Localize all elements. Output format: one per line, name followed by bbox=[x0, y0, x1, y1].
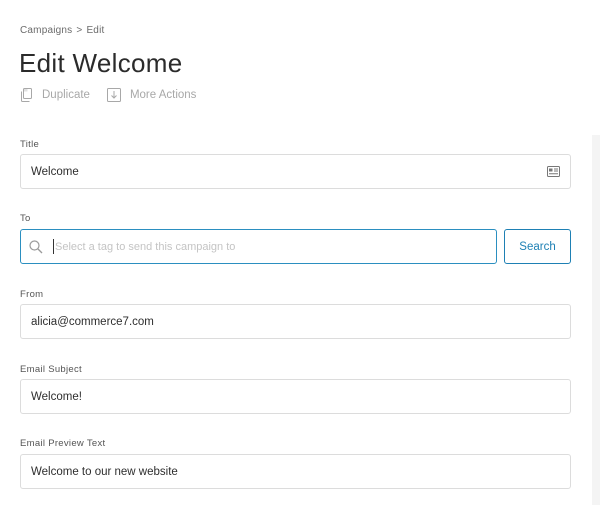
more-actions-label: More Actions bbox=[129, 89, 197, 101]
download-arrow-icon bbox=[106, 88, 121, 102]
more-actions-button[interactable]: More Actions bbox=[106, 88, 197, 102]
email-subject-field[interactable]: Welcome! bbox=[20, 379, 571, 414]
text-cursor bbox=[53, 239, 54, 254]
page-title: Edit Welcome bbox=[19, 48, 183, 78]
search-icon bbox=[29, 239, 43, 253]
title-field[interactable]: Welcome bbox=[20, 154, 571, 189]
email-preview-label: Email Preview Text bbox=[20, 438, 106, 449]
from-field[interactable]: alicia@commerce7.com bbox=[20, 304, 571, 339]
id-card-icon[interactable] bbox=[547, 166, 560, 177]
duplicate-button[interactable]: Duplicate bbox=[20, 88, 90, 102]
tag-search-placeholder: Select a tag to send this campaign to bbox=[55, 240, 236, 253]
breadcrumb-current: Edit bbox=[86, 25, 105, 36]
tag-search-input[interactable]: Select a tag to send this campaign to bbox=[20, 229, 497, 264]
from-label: From bbox=[20, 289, 44, 300]
scrollbar-track[interactable] bbox=[592, 135, 600, 505]
title-label: Title bbox=[20, 139, 40, 150]
breadcrumb-campaigns-link[interactable]: Campaigns bbox=[20, 25, 72, 36]
search-button[interactable]: Search bbox=[504, 229, 571, 264]
email-preview-value: Welcome to our new website bbox=[31, 465, 178, 478]
duplicate-label: Duplicate bbox=[42, 89, 90, 101]
to-label: To bbox=[20, 213, 31, 224]
breadcrumb: Campaigns > Edit bbox=[20, 25, 104, 36]
email-subject-value: Welcome! bbox=[31, 390, 82, 403]
email-subject-label: Email Subject bbox=[20, 364, 82, 375]
title-value: Welcome bbox=[31, 165, 79, 178]
breadcrumb-separator: > bbox=[76, 25, 83, 36]
action-bar: Duplicate More Actions bbox=[20, 88, 213, 102]
duplicate-icon bbox=[21, 88, 32, 102]
from-value: alicia@commerce7.com bbox=[31, 315, 154, 328]
email-preview-field[interactable]: Welcome to our new website bbox=[20, 454, 571, 489]
